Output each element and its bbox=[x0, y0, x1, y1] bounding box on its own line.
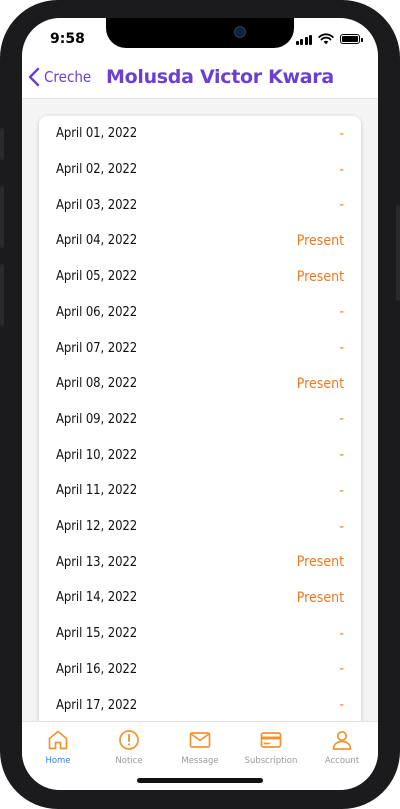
attendance-date: April 04, 2022 bbox=[56, 233, 138, 249]
attendance-row[interactable]: April 04, 2022 Present bbox=[39, 223, 361, 259]
attendance-row[interactable]: April 12, 2022 - bbox=[39, 509, 361, 545]
content-area[interactable]: April 01, 2022 - April 02, 2022 - April … bbox=[22, 99, 378, 721]
navigation-bar: Creche Molusda Victor Kwara bbox=[22, 62, 378, 99]
volume-down-button bbox=[0, 264, 4, 326]
attendance-row[interactable]: April 03, 2022 - bbox=[39, 187, 361, 223]
attendance-list: April 01, 2022 - April 02, 2022 - April … bbox=[39, 116, 361, 721]
attendance-status: - bbox=[339, 161, 344, 178]
attendance-date: April 07, 2022 bbox=[56, 340, 138, 356]
attendance-status: - bbox=[339, 697, 344, 714]
signal-icon bbox=[295, 34, 312, 45]
user-icon bbox=[332, 730, 352, 750]
envelope-icon bbox=[189, 732, 211, 748]
credit-card-icon bbox=[260, 732, 282, 748]
attendance-status: - bbox=[339, 411, 344, 428]
attendance-status: - bbox=[339, 447, 344, 464]
attendance-status: - bbox=[339, 340, 344, 357]
attendance-status: - bbox=[339, 518, 344, 535]
attendance-status: - bbox=[339, 304, 344, 321]
phone-frame: 9:58 Creche Molusda Victor Kwara April 0… bbox=[0, 0, 400, 809]
page-title: Molusda Victor Kwara bbox=[106, 66, 334, 88]
camera-icon bbox=[234, 26, 246, 38]
back-button[interactable]: Creche bbox=[28, 67, 91, 87]
tab-label: Home bbox=[45, 756, 71, 766]
tab-subscription[interactable]: Subscription bbox=[235, 728, 307, 766]
attendance-row[interactable]: April 17, 2022 - bbox=[39, 687, 361, 721]
power-button bbox=[396, 205, 400, 301]
attendance-date: April 05, 2022 bbox=[56, 269, 138, 285]
status-time: 9:58 bbox=[50, 31, 85, 47]
attendance-status: Present bbox=[296, 554, 344, 571]
attendance-row[interactable]: April 11, 2022 - bbox=[39, 473, 361, 509]
attendance-row[interactable]: April 13, 2022 Present bbox=[39, 544, 361, 580]
tab-account[interactable]: Account bbox=[306, 728, 378, 766]
status-icons bbox=[295, 33, 363, 45]
attendance-status: - bbox=[339, 625, 344, 642]
attendance-status: - bbox=[339, 125, 344, 142]
tab-message[interactable]: Message bbox=[164, 728, 236, 766]
attendance-row[interactable]: April 05, 2022 Present bbox=[39, 259, 361, 295]
attendance-date: April 10, 2022 bbox=[56, 447, 138, 463]
tab-home[interactable]: Home bbox=[22, 728, 94, 766]
back-label: Creche bbox=[44, 68, 92, 86]
screen: 9:58 Creche Molusda Victor Kwara April 0… bbox=[22, 18, 378, 790]
attendance-date: April 09, 2022 bbox=[56, 411, 138, 427]
attendance-status: Present bbox=[296, 589, 344, 606]
attendance-status: Present bbox=[296, 268, 344, 285]
attendance-row[interactable]: April 16, 2022 - bbox=[39, 652, 361, 688]
attendance-status: - bbox=[339, 482, 344, 499]
attendance-date: April 03, 2022 bbox=[56, 197, 138, 213]
attendance-date: April 17, 2022 bbox=[56, 697, 138, 713]
attendance-date: April 12, 2022 bbox=[56, 519, 138, 535]
alert-circle-icon bbox=[119, 730, 139, 750]
attendance-row[interactable]: April 08, 2022 Present bbox=[39, 366, 361, 402]
attendance-row[interactable]: April 10, 2022 - bbox=[39, 437, 361, 473]
attendance-status: - bbox=[339, 661, 344, 678]
attendance-row[interactable]: April 15, 2022 - bbox=[39, 616, 361, 652]
attendance-date: April 13, 2022 bbox=[56, 554, 138, 570]
attendance-row[interactable]: April 09, 2022 - bbox=[39, 402, 361, 438]
attendance-date: April 06, 2022 bbox=[56, 304, 138, 320]
wifi-icon bbox=[318, 33, 334, 45]
attendance-status: Present bbox=[296, 232, 344, 249]
volume-up-button bbox=[0, 186, 4, 248]
silent-switch bbox=[0, 128, 4, 160]
tab-notice[interactable]: Notice bbox=[93, 728, 165, 766]
attendance-row[interactable]: April 01, 2022 - bbox=[39, 116, 361, 152]
attendance-date: April 16, 2022 bbox=[56, 661, 138, 677]
attendance-date: April 15, 2022 bbox=[56, 626, 138, 642]
attendance-date: April 11, 2022 bbox=[56, 483, 138, 499]
tab-bar: Home Notice Message Subscription Account bbox=[22, 721, 378, 790]
attendance-status: Present bbox=[296, 375, 344, 392]
attendance-row[interactable]: April 02, 2022 - bbox=[39, 152, 361, 188]
attendance-date: April 02, 2022 bbox=[56, 162, 138, 178]
attendance-row[interactable]: April 06, 2022 - bbox=[39, 295, 361, 331]
attendance-date: April 08, 2022 bbox=[56, 376, 138, 392]
tab-label: Account bbox=[324, 756, 360, 766]
attendance-date: April 14, 2022 bbox=[56, 590, 138, 606]
notch bbox=[106, 18, 294, 48]
attendance-status: - bbox=[339, 197, 344, 214]
tab-label: Message bbox=[181, 756, 219, 766]
attendance-date: April 01, 2022 bbox=[56, 126, 138, 142]
home-indicator bbox=[137, 778, 263, 783]
tab-label: Subscription bbox=[244, 756, 298, 766]
attendance-row[interactable]: April 14, 2022 Present bbox=[39, 580, 361, 616]
chevron-left-icon bbox=[28, 67, 40, 87]
battery-icon bbox=[340, 34, 363, 44]
home-icon bbox=[48, 730, 68, 750]
attendance-row[interactable]: April 07, 2022 - bbox=[39, 330, 361, 366]
tab-label: Notice bbox=[115, 756, 143, 766]
